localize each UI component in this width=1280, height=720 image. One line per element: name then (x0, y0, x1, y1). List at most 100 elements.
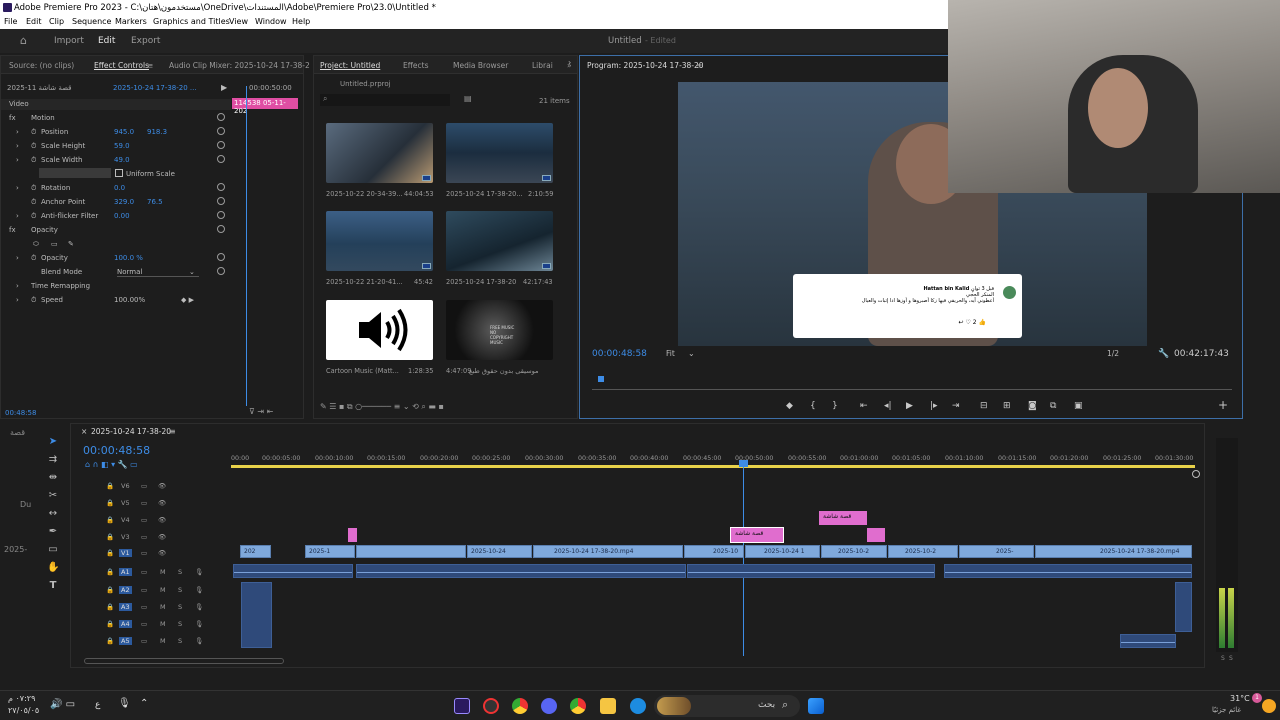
tab-project[interactable]: Project: Untitled (320, 61, 380, 70)
meter-solo[interactable]: S (1229, 655, 1233, 662)
a1-clip[interactable] (356, 564, 686, 578)
playhead-handle[interactable] (739, 460, 748, 467)
menu-icon[interactable]: ≡ (169, 427, 176, 436)
timeline-sequence-tab[interactable]: 2025-10-24 17-38-20 (91, 427, 171, 436)
hand-icon[interactable]: ✋ (47, 562, 59, 574)
position-y[interactable]: 918.3 (147, 128, 167, 136)
v1-clip[interactable] (356, 545, 466, 558)
scale-height-value[interactable]: 59.0 (114, 142, 130, 150)
type-tool-icon[interactable]: T (47, 580, 59, 592)
filter-icon[interactable]: ⊽ ⇥ ⇤ (249, 407, 273, 416)
anchor-x[interactable]: 329.0 (114, 198, 134, 206)
a1-clip[interactable] (233, 564, 353, 578)
rotation-value[interactable]: 0.0 (114, 184, 125, 192)
menu-edit[interactable]: Edit (26, 17, 42, 26)
menu-help[interactable]: Help (292, 17, 310, 26)
razor-icon[interactable]: ✂ (47, 490, 59, 502)
taskbar-search[interactable]: بحث ⌕ (654, 695, 800, 717)
a1-clip[interactable] (687, 564, 935, 578)
title-clip-selected[interactable]: قصة شاشة (730, 527, 784, 543)
export-tab[interactable]: Export (131, 36, 160, 46)
clock-date[interactable]: ٢٧/٠٥/٠٥ (8, 706, 39, 715)
weather-temp[interactable]: 31°C (1230, 694, 1250, 703)
title-clip[interactable]: قصة شاشة (819, 511, 867, 525)
motion-row[interactable]: fx Motion (1, 111, 231, 125)
position-x[interactable]: 945.0 (114, 128, 134, 136)
go-to-out-icon[interactable]: ⇥ (952, 401, 960, 411)
time-remap-row[interactable]: › Time Remapping (1, 279, 231, 293)
clip-bar[interactable]: 114538 05-11-202 (232, 98, 298, 115)
effect-timecode[interactable]: 00:48:58 (5, 409, 36, 417)
menu-icon[interactable]: ≡ (696, 61, 702, 70)
play-button[interactable]: ▶ (906, 401, 913, 411)
anchor-y[interactable]: 76.5 (147, 198, 163, 206)
marker-icon[interactable]: ◆ (786, 401, 793, 411)
tab-libraries[interactable]: Librai (532, 61, 553, 70)
rectangle-tool-icon[interactable]: ▭ (47, 544, 59, 556)
search-input[interactable]: ⌕ (320, 94, 450, 106)
v1-clip[interactable]: 2025-10-24 17-38-20.mp4 (533, 545, 683, 558)
meter-solo[interactable]: S (1221, 655, 1225, 662)
v1-clip[interactable]: 2025-10-24 (467, 545, 532, 558)
program-timecode[interactable]: 00:00:48:58 (592, 349, 647, 359)
tab-effect-controls[interactable]: Effect Controls (94, 61, 149, 70)
track-select-icon[interactable]: ⇉ (47, 454, 59, 466)
v1-clip[interactable]: 2025- (959, 545, 1034, 558)
menu-clip[interactable]: Clip (49, 17, 64, 26)
speed-value[interactable]: 100.00% (114, 296, 145, 304)
scrub-bar[interactable] (592, 389, 1232, 390)
wrench-icon[interactable]: 🔧 (1158, 349, 1169, 359)
notification-badge[interactable]: 1 (1252, 693, 1262, 703)
chrome-icon[interactable] (570, 698, 586, 714)
v1-clip[interactable]: 202 (240, 545, 271, 558)
menu-view[interactable]: View (229, 17, 248, 26)
ripple-edit-icon[interactable]: ⇹ (47, 472, 59, 484)
timeline-playhead[interactable] (743, 460, 744, 656)
menu-sequence[interactable]: Sequence (72, 17, 111, 26)
v1-clip[interactable]: 2025-1 (305, 545, 355, 558)
menu-icon[interactable]: ≡ (147, 61, 153, 70)
scrub-playhead[interactable] (598, 376, 604, 382)
project-thumb-4[interactable] (446, 211, 553, 271)
multicam-icon[interactable]: ▣ (1074, 401, 1083, 411)
comment-overlay[interactable]: Hattan bin Kalid قبل 3 ثوانٍ المنكر الحج… (793, 274, 1022, 338)
scale-width-value[interactable]: 49.0 (114, 156, 130, 164)
menu-window[interactable]: Window (255, 17, 287, 26)
insert-icon[interactable]: ⊟ (980, 401, 988, 411)
v1-clip[interactable]: 2025-10-2 (821, 545, 887, 558)
go-to-in-icon[interactable]: ⇤ (860, 401, 868, 411)
antiflicker-value[interactable]: 0.00 (114, 212, 130, 220)
pen-mask-icon[interactable]: ✎ (68, 240, 74, 248)
chevron-up-icon[interactable]: ⌃ (140, 698, 148, 709)
chrome-icon[interactable] (512, 698, 528, 714)
windows-start-icon[interactable] (808, 698, 824, 714)
selection-tool-icon[interactable]: ➤ (47, 436, 59, 448)
v1-clip[interactable]: 2025-10-2 (888, 545, 958, 558)
timeline-timecode[interactable]: 00:00:48:58 (83, 444, 150, 457)
rect-mask-icon[interactable]: ▭ (51, 240, 58, 248)
overwrite-icon[interactable]: ⊞ (1003, 401, 1011, 411)
blend-select[interactable]: Normal (117, 268, 199, 277)
weather-icon[interactable] (1262, 699, 1276, 713)
master-clip[interactable]: قصة شاشة 11-2025 (7, 84, 72, 92)
step-back-icon[interactable]: ◂| (884, 401, 892, 411)
slip-icon[interactable]: ↔ (47, 508, 59, 520)
premiere-taskbar-icon[interactable] (454, 698, 470, 714)
overlay-clip[interactable] (348, 528, 357, 542)
mark-out-icon[interactable]: } (832, 401, 838, 411)
scroll-handle[interactable] (1192, 470, 1200, 478)
pen-tool-icon[interactable]: ✒ (47, 526, 59, 538)
project-thumb-music[interactable]: FREE MUSIC NO COPYRIGHT MUSIC (446, 300, 553, 360)
compare-icon[interactable]: ⧉ (1050, 401, 1056, 411)
fit-select[interactable]: Fit (666, 349, 675, 358)
tab-effects[interactable]: Effects (403, 61, 429, 70)
menu-graphics[interactable]: Graphics and Titles (153, 17, 230, 26)
app-icon[interactable] (483, 698, 499, 714)
timeline-scrollbar[interactable] (84, 658, 284, 664)
resolution-select[interactable]: 1/2 (1107, 349, 1119, 358)
edit-tab[interactable]: Edit (98, 36, 115, 46)
a1-clip[interactable] (944, 564, 1192, 578)
tray-icons[interactable]: 🔊 ▭ (50, 699, 75, 710)
v1-clip[interactable]: 2025-10-24 17-38-20.mp4 (1035, 545, 1192, 558)
step-forward-icon[interactable]: |▸ (930, 401, 938, 411)
